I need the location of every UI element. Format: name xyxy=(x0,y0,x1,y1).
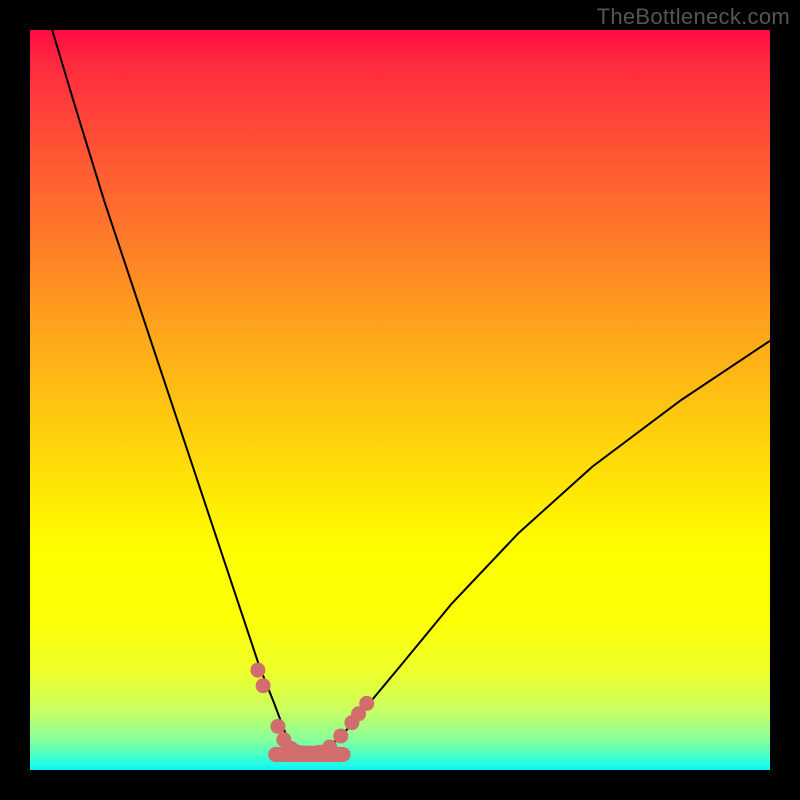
plot-area xyxy=(30,30,770,770)
watermark-text: TheBottleneck.com xyxy=(597,4,790,30)
chart-frame: TheBottleneck.com xyxy=(0,0,800,800)
